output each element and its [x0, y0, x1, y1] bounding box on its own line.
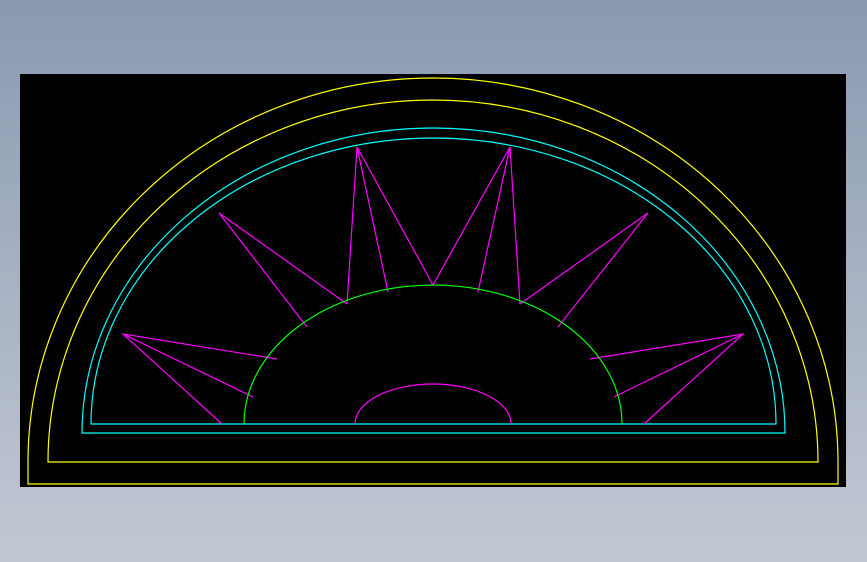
ray-10: [613, 333, 744, 398]
hub-arc: [243, 284, 623, 425]
outer-frame-outline: [27, 77, 839, 485]
center-arc: [354, 383, 512, 425]
ray-8: [519, 212, 649, 328]
drawing-area[interactable]: [20, 74, 846, 487]
ray-2: [122, 333, 254, 398]
ray-6: [432, 146, 511, 293]
glazing-inner-outline: [90, 137, 777, 425]
ray-3: [218, 212, 348, 328]
sunburst-window-drawing: [27, 77, 839, 485]
ray-9: [589, 333, 745, 425]
ray-7: [509, 146, 521, 305]
ray-4: [346, 146, 389, 305]
inner-frame-outline: [47, 99, 819, 463]
ray-5: [356, 146, 434, 286]
cad-viewport: [0, 0, 867, 562]
glazing-outer-outline: [81, 127, 786, 434]
